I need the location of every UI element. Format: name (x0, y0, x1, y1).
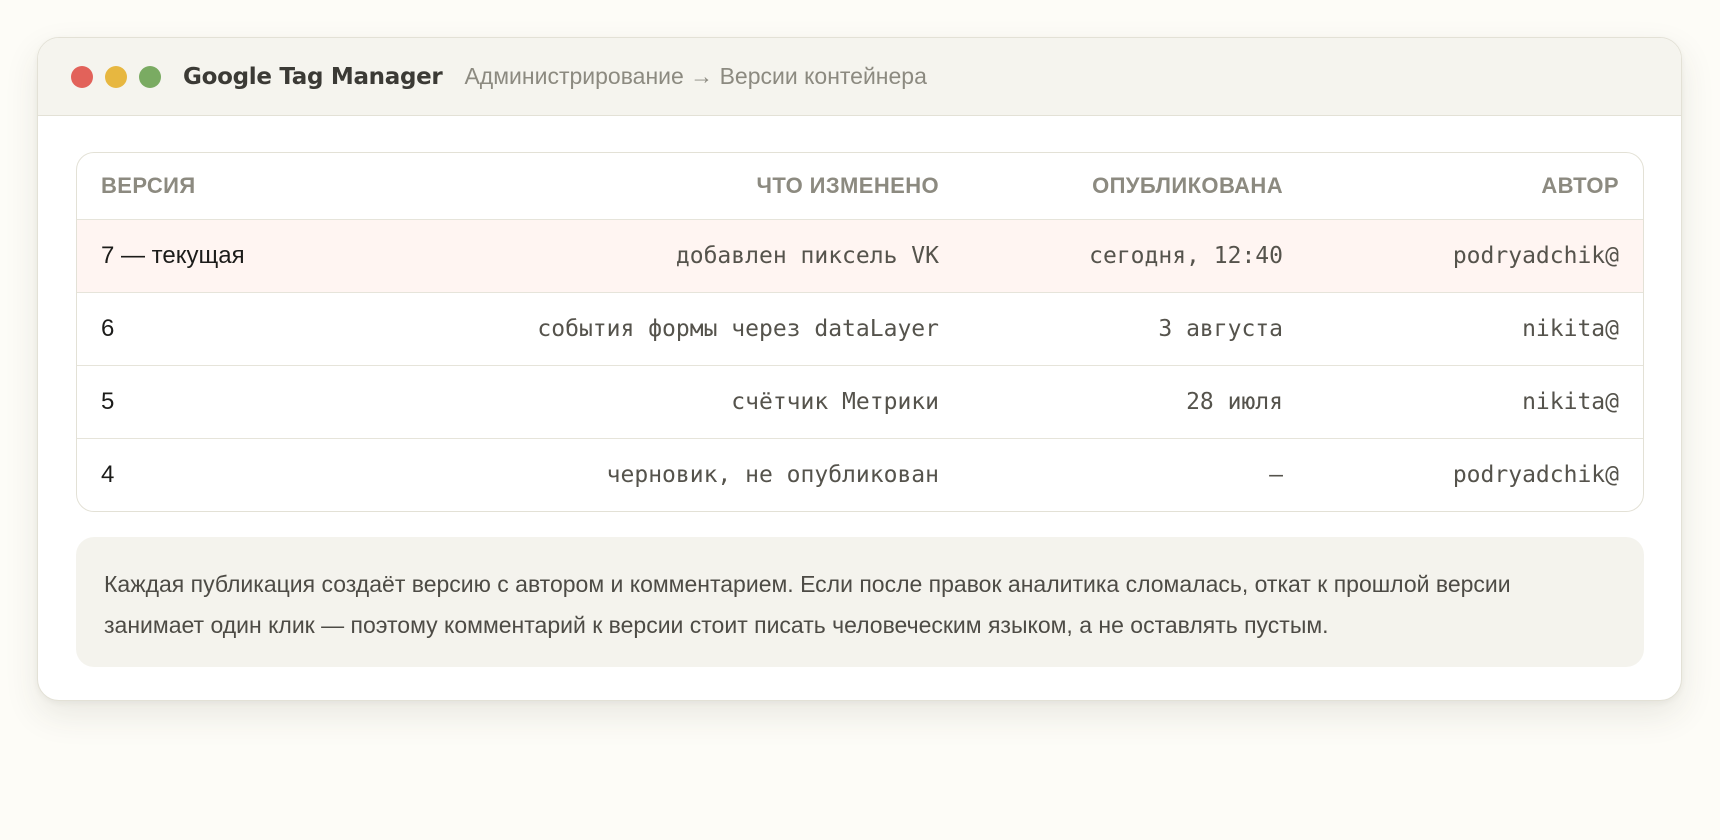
cell-author: nikita@ (1307, 365, 1643, 439)
app-window: Google Tag Manager Администрирование → В… (37, 37, 1682, 701)
cell-author: podryadchik@ (1307, 219, 1643, 293)
minimize-window-button[interactable] (105, 65, 127, 88)
cell-version: 6 (77, 292, 377, 366)
table-row-current[interactable]: 7 — текущая добавлен пиксель VK сегодня,… (77, 219, 1643, 293)
cell-changes: события формы через dataLayer (377, 292, 963, 366)
table-header-row: ВЕРСИЯ ЧТО ИЗМЕНЕНО ОПУБЛИКОВАНА АВТОР (77, 153, 1643, 220)
close-window-button[interactable] (71, 65, 93, 88)
cell-version: 7 — текущая (77, 219, 377, 293)
column-header-author: АВТОР (1307, 153, 1643, 220)
table-row[interactable]: 4 черновик, не опубликован — podryadchik… (77, 439, 1643, 512)
cell-published: 3 августа (963, 292, 1307, 366)
table-row[interactable]: 5 счётчик Метрики 28 июля nikita@ (77, 365, 1643, 439)
cell-author: podryadchik@ (1452, 462, 1619, 488)
cell-version: 4 (101, 461, 115, 488)
cell-published: сегодня, 12:40 (963, 219, 1307, 293)
cell-changes: счётчик Метрики (377, 365, 963, 439)
cell-author: nikita@ (1307, 292, 1643, 366)
title-bar: Google Tag Manager Администрирование → В… (38, 38, 1681, 116)
cell-published: 28 июля (963, 365, 1307, 439)
table-row[interactable]: 6 события формы через dataLayer 3 август… (77, 292, 1643, 366)
cell-version: 5 (77, 365, 377, 439)
versions-table: ВЕРСИЯ ЧТО ИЗМЕНЕНО ОПУБЛИКОВАНА АВТОР 7… (77, 153, 1643, 511)
column-header-changes: ЧТО ИЗМЕНЕНО (377, 153, 963, 220)
cell-changes: добавлен пиксель VK (377, 219, 963, 293)
cell-changes: черновик, не опубликован (606, 462, 939, 488)
breadcrumb: Администрирование → Версии контейнера (464, 63, 927, 89)
cell-published: — (1269, 462, 1283, 488)
info-note: Каждая публикация создаёт версию с автор… (76, 537, 1644, 667)
versions-table-card: ВЕРСИЯ ЧТО ИЗМЕНЕНО ОПУБЛИКОВАНА АВТОР 7… (76, 152, 1644, 512)
column-header-published: ОПУБЛИКОВАНА (963, 153, 1307, 220)
column-header-version: ВЕРСИЯ (77, 153, 377, 220)
app-title: Google Tag Manager (183, 63, 443, 90)
maximize-window-button[interactable] (139, 65, 161, 88)
